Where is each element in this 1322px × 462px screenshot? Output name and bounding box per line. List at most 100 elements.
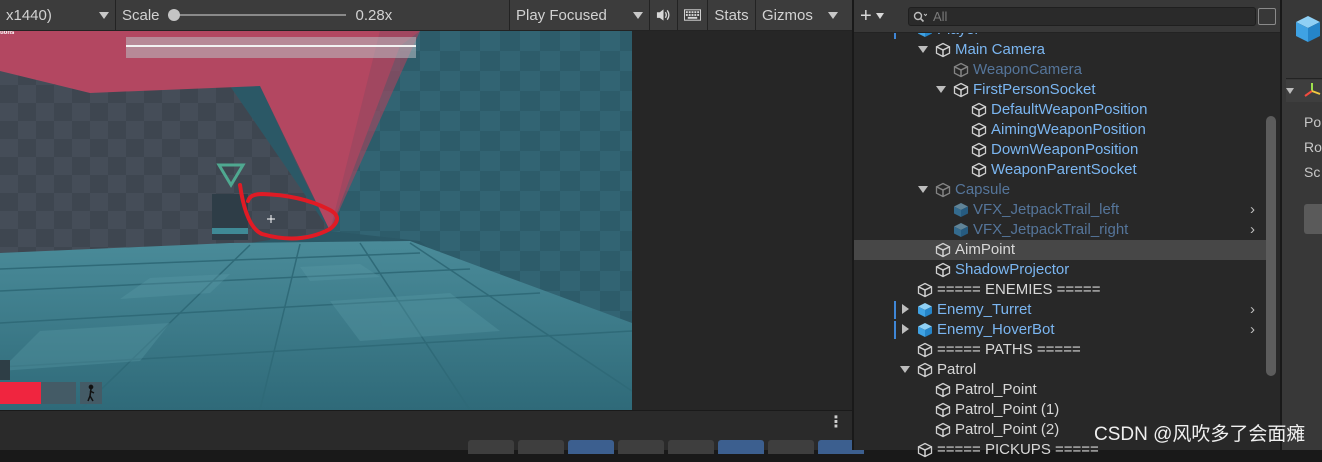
chevron-right-icon[interactable]: › <box>1250 302 1262 317</box>
search-placeholder: All <box>933 9 948 24</box>
gameobject-icon <box>935 42 951 58</box>
hierarchy-item[interactable]: AimPoint <box>854 240 1266 260</box>
expand-arrow-right-icon[interactable] <box>900 304 910 314</box>
viewport-letterbox <box>632 31 852 410</box>
gameobject-icon <box>953 222 969 238</box>
scale-label: Sc <box>1304 164 1321 180</box>
more-options-icon[interactable]: ⋮ <box>828 414 844 432</box>
gameobject-icon <box>935 422 951 438</box>
hierarchy-item-label: FirstPersonSocket <box>973 81 1096 98</box>
scale-control: Scale 0.28x <box>116 0 510 31</box>
gameobject-icon <box>935 402 951 418</box>
hierarchy-panel: Player›Main CameraWeaponCameraFirstPerso… <box>852 0 1280 458</box>
watermark: CSDN @风吹多了会面瘫 <box>1094 424 1306 445</box>
hierarchy-item[interactable]: ShadowProjector <box>854 260 1266 280</box>
hierarchy-item[interactable]: ===== PATHS ===== <box>854 340 1266 360</box>
expand-arrow-down-icon[interactable] <box>918 184 928 194</box>
hierarchy-item[interactable]: VFX_JetpackTrail_right › <box>854 220 1266 240</box>
gameobject-icon <box>935 182 951 198</box>
expand-arrow-down-icon[interactable] <box>936 84 946 94</box>
hierarchy-item-label: DefaultWeaponPosition <box>991 101 1148 118</box>
gameobject-icon <box>935 262 951 278</box>
gameobject-icon <box>971 122 987 138</box>
scale-slider-thumb[interactable] <box>167 9 180 21</box>
hierarchy-item[interactable]: AimingWeaponPosition <box>854 120 1266 140</box>
hierarchy-item[interactable]: Enemy_HoverBot › <box>854 320 1266 340</box>
tool-button[interactable] <box>768 440 814 454</box>
search-icon <box>913 11 927 22</box>
tool-button[interactable] <box>568 440 614 454</box>
keyboard-shortcut-button[interactable] <box>678 0 708 31</box>
chevron-right-icon[interactable]: › <box>1250 222 1262 237</box>
hierarchy-item[interactable]: FirstPersonSocket <box>854 80 1266 100</box>
play-mode-dropdown[interactable]: Play Focused <box>510 0 650 31</box>
hierarchy-item[interactable]: Capsule <box>854 180 1266 200</box>
scale-slider[interactable] <box>167 9 346 21</box>
hierarchy-item[interactable]: ===== ENEMIES ===== <box>854 280 1266 300</box>
hierarchy-scrollbar[interactable] <box>1266 116 1276 376</box>
gameobject-cube-icon <box>1296 16 1320 42</box>
gizmos-dropdown[interactable]: Gizmos <box>756 0 844 31</box>
hierarchy-item-label: WeaponParentSocket <box>991 161 1137 178</box>
hierarchy-search-input[interactable]: All <box>908 7 1256 26</box>
stats-button[interactable]: Stats <box>708 0 756 31</box>
hierarchy-item[interactable]: Patrol <box>854 360 1266 380</box>
hierarchy-item-label: DownWeaponPosition <box>991 141 1139 158</box>
hierarchy-item[interactable]: WeaponCamera <box>854 60 1266 80</box>
gameobject-icon <box>971 162 987 178</box>
mute-audio-button[interactable] <box>650 0 678 31</box>
hierarchy-item-label: VFX_JetpackTrail_right <box>973 221 1129 238</box>
transform-header[interactable] <box>1286 80 1322 102</box>
chevron-down-icon <box>1286 88 1294 94</box>
gameobject-icon <box>917 282 933 298</box>
chevron-right-icon[interactable]: › <box>1250 322 1262 337</box>
hierarchy-item[interactable]: DownWeaponPosition <box>854 140 1266 160</box>
gameobject-icon <box>917 362 933 378</box>
resolution-dropdown[interactable]: x1440) <box>0 0 116 31</box>
hierarchy-item-label: AimingWeaponPosition <box>991 121 1146 138</box>
hierarchy-item[interactable]: Patrol_Point (1) <box>854 400 1266 420</box>
game-viewport[interactable]: tions <box>0 31 632 410</box>
hierarchy-item-label: WeaponCamera <box>973 61 1082 78</box>
gameobject-icon <box>935 382 951 398</box>
gameobject-icon <box>917 322 933 338</box>
play-mode-label: Play Focused <box>516 6 607 24</box>
game-toolbar: x1440) Scale 0.28x Play Focused Stats Gi… <box>0 0 852 31</box>
hierarchy-toolbar: + All <box>854 0 1280 33</box>
expand-arrow-right-icon[interactable] <box>900 324 910 334</box>
gameobject-icon <box>917 342 933 358</box>
hierarchy-item-label: Patrol_Point (1) <box>955 401 1060 418</box>
hierarchy-item-label: AimPoint <box>955 241 1016 258</box>
hierarchy-item-label: VFX_JetpackTrail_left <box>973 201 1120 218</box>
hierarchy-item[interactable]: Enemy_Turret › <box>854 300 1266 320</box>
scene-tools-strip <box>468 440 864 454</box>
hierarchy-item[interactable]: Patrol_Point <box>854 380 1266 400</box>
expand-arrow-down-icon[interactable] <box>900 364 910 374</box>
tool-button[interactable] <box>718 440 764 454</box>
add-component-button[interactable] <box>1304 204 1322 234</box>
hierarchy-item[interactable]: VFX_JetpackTrail_left › <box>854 200 1266 220</box>
inspector-panel: Po Ro Sc <box>1280 0 1322 450</box>
hierarchy-item[interactable]: Main Camera <box>854 40 1266 60</box>
tool-button[interactable] <box>518 440 564 454</box>
chevron-down-icon <box>875 13 884 19</box>
transform-icon <box>1304 83 1321 97</box>
speaker-icon <box>656 9 670 21</box>
hierarchy-item[interactable]: DefaultWeaponPosition <box>854 100 1266 120</box>
hierarchy-item-label: Enemy_HoverBot <box>937 321 1055 338</box>
resolution-label: x1440) <box>6 6 52 24</box>
chevron-right-icon[interactable]: › <box>1250 202 1262 217</box>
position-label: Po <box>1304 114 1322 130</box>
hierarchy-item-label: ===== PATHS ===== <box>937 341 1081 358</box>
plus-icon: + <box>860 4 872 27</box>
hierarchy-item-label: Patrol_Point (2) <box>955 421 1060 438</box>
create-button[interactable]: + <box>860 4 900 27</box>
tool-button[interactable] <box>668 440 714 454</box>
tool-button[interactable] <box>468 440 514 454</box>
expand-arrow-down-icon[interactable] <box>918 44 928 54</box>
chevron-down-icon <box>633 11 643 19</box>
hierarchy-item-label: Main Camera <box>955 41 1046 58</box>
scene-picker-icon[interactable] <box>1258 8 1276 25</box>
tool-button[interactable] <box>618 440 664 454</box>
hierarchy-item[interactable]: WeaponParentSocket <box>854 160 1266 180</box>
